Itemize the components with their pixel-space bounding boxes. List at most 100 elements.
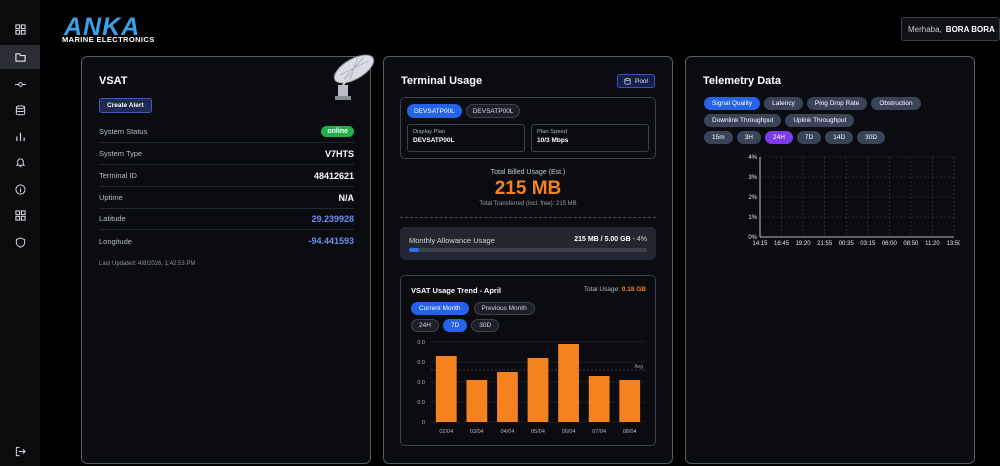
metric-tab-signal-quality[interactable]: Signal Quality — [704, 97, 761, 110]
bar — [527, 358, 549, 422]
x-tick-label: 06/04 — [562, 429, 576, 435]
create-alert-button[interactable]: Create Alert — [99, 98, 152, 113]
x-tick-label: 08/04 — [623, 429, 637, 435]
last-updated-text: Last Updated: 4/8/2026, 1:42:53 PM — [99, 261, 196, 267]
plan-speed-card: Plan Speed 10/3 Mbps — [531, 124, 649, 152]
logo-subtitle: MARINE ELECTRONICS — [62, 35, 155, 44]
avg-label: Avg — [634, 364, 643, 370]
allowance-amount: 215 MB / 5.00 GB — [574, 236, 631, 243]
x-tick-label: 00:35 — [839, 241, 855, 247]
row-label: Latitude — [99, 214, 126, 223]
database-icon[interactable] — [0, 98, 40, 122]
metric-tab-downlink-throughput[interactable]: Downlink Throughput — [704, 114, 782, 127]
allowance-progress-bar — [409, 248, 647, 252]
row-label: Uptime — [99, 193, 123, 202]
pool-button[interactable]: Pool — [616, 74, 655, 88]
bar — [619, 380, 641, 422]
row-label: System Status — [99, 127, 148, 136]
row-value: V7HTS — [324, 148, 354, 159]
database-icon — [624, 77, 631, 85]
allowance-progress-fill — [409, 248, 420, 252]
tel-range-24h[interactable]: 24H — [764, 131, 793, 144]
allowance-label: Monthly Allowance Usage — [409, 236, 495, 245]
range-tab-24h[interactable]: 24H — [411, 319, 439, 332]
telemetry-title: Telemetry Data — [703, 75, 782, 87]
bar — [588, 376, 610, 422]
pool-label: Pool — [634, 77, 648, 85]
metric-tab-obstruction[interactable]: Obstruction — [871, 97, 921, 110]
folder-icon[interactable] — [0, 45, 40, 69]
terminal-tab[interactable]: DEVSATP00L — [407, 104, 462, 118]
apps-icon[interactable] — [0, 203, 40, 227]
row-value: 29.239928 — [311, 213, 354, 224]
range-tab-30d[interactable]: 30D — [471, 319, 500, 332]
bar — [435, 356, 457, 422]
tel-range-30d[interactable]: 30D — [857, 131, 886, 144]
telemetry-chart: 0%1%2%3%4%14:15 16:45 19:20 21:55 00:35 03:15… — [748, 155, 960, 247]
info-icon[interactable] — [0, 177, 40, 201]
trend-total: Total Usage: 0.18 GB — [584, 286, 646, 293]
bell-icon[interactable] — [0, 150, 40, 174]
x-tick-label: 11:20 — [925, 241, 940, 247]
x-tick-label: 03:15 — [860, 241, 876, 247]
vsat-row-longitude: Longitude -94.441593 — [99, 230, 354, 252]
metric-tab-ping-drop-rate[interactable]: Ping Drop Rate — [806, 97, 868, 110]
terminal-usage-panel: Terminal Usage Pool DEVSATP00L DEVSATP00… — [383, 56, 673, 464]
row-value: -94.441593 — [308, 236, 354, 246]
route-icon[interactable] — [0, 72, 40, 96]
x-tick-label: 03/04 — [470, 429, 484, 435]
allowance-percent: - 4% — [632, 236, 647, 243]
y-tick-label: 0.0 — [417, 400, 425, 406]
x-tick-label: 07/04 — [592, 429, 606, 435]
x-tick-label: 21:55 — [817, 241, 833, 247]
row-value: 48412621 — [313, 170, 354, 181]
y-tick-label: 3% — [748, 175, 757, 181]
bar — [497, 372, 518, 422]
y-tick-label: 2% — [748, 195, 757, 201]
x-tick-label: 08:50 — [903, 241, 919, 247]
vsat-title: VSAT — [99, 75, 128, 87]
plan-speed-value: 10/3 Mbps — [537, 137, 569, 144]
grid-icon[interactable] — [0, 17, 40, 41]
y-tick-label: 0.0 — [417, 360, 425, 366]
billed-usage-value: 215 MB — [494, 178, 562, 199]
trend-title: VSAT Usage Trend - April — [411, 286, 502, 295]
metric-tab-latency[interactable]: Latency — [764, 97, 803, 110]
tel-range-15m[interactable]: 15m — [704, 131, 733, 144]
sidebar — [0, 0, 40, 466]
x-tick-label: 05/04 — [531, 429, 545, 435]
bar-chart-icon[interactable] — [0, 124, 40, 148]
bar — [466, 380, 488, 422]
user-menu[interactable]: Merhaba, BORA BORA — [901, 17, 1000, 41]
x-tick-label: 13:50 — [946, 241, 960, 247]
tab-previous-month[interactable]: Previous Month — [473, 302, 535, 315]
shield-icon[interactable] — [0, 230, 40, 254]
row-label: Longitude — [99, 236, 132, 246]
y-tick-label: 0.0 — [417, 340, 425, 346]
row-value: N/A — [338, 192, 355, 203]
bar — [558, 344, 579, 422]
logout-icon[interactable] — [0, 439, 40, 463]
tel-range-14d[interactable]: 14D — [825, 131, 854, 144]
user-name: BORA BORA — [945, 24, 995, 34]
terminal-title: Terminal Usage — [401, 75, 483, 87]
range-tab-7d[interactable]: 7D — [442, 319, 468, 332]
tel-range-7d[interactable]: 7D — [796, 131, 822, 144]
metric-tab-uplink-throughput[interactable]: Uplink Throughput — [785, 114, 855, 127]
x-tick-label: 14:15 — [752, 241, 768, 247]
tab-current-month[interactable]: Current Month — [411, 302, 469, 315]
tel-range-3h[interactable]: 3H — [736, 131, 761, 144]
total-transferred-text: Total Transferred (incl. free): 215 MB — [479, 201, 577, 207]
x-tick-label: 16:45 — [774, 241, 790, 247]
display-plan-card: Display Plan DEVSATP00L — [407, 124, 525, 152]
satellite-dish-icon — [333, 54, 375, 100]
row-label: Terminal ID — [99, 171, 137, 180]
vsat-row-system-type: System Type V7HTS — [99, 143, 354, 165]
billed-usage-label: Total Billed Usage (Est.) — [490, 169, 566, 176]
display-plan-label: Display Plan — [413, 129, 446, 135]
divider — [400, 217, 656, 218]
y-tick-label: 0.0 — [417, 380, 425, 386]
terminal-tab[interactable]: DEVSATP00L — [465, 104, 521, 118]
vsat-row-latitude: Latitude 29.239928 — [99, 208, 354, 230]
display-plan-value: DEVSATP00L — [413, 137, 455, 144]
